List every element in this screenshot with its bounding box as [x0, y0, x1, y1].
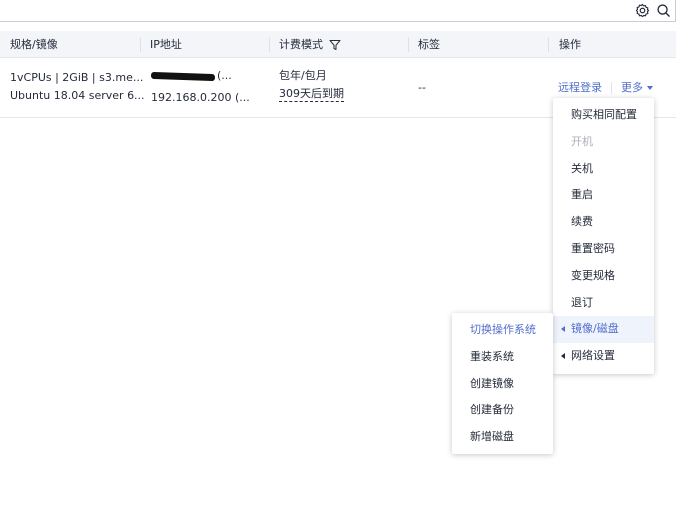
ip-cell: (... 192.168.0.200 (...	[150, 67, 250, 107]
submenu-item-label: 切换操作系统	[470, 323, 536, 336]
operation-divider	[611, 82, 612, 94]
menu-item-label: 退订	[571, 295, 593, 309]
submenu-item-switch-os[interactable]: 切换操作系统	[452, 317, 553, 344]
menu-item-restart[interactable]: 重启	[553, 182, 654, 209]
menu-item-stop[interactable]: 关机	[553, 156, 654, 183]
menu-item-unsubscribe[interactable]: 退订	[553, 290, 654, 317]
submenu-item-create-backup[interactable]: 创建备份	[452, 397, 553, 424]
submenu-item-reinstall-os[interactable]: 重装系统	[452, 344, 553, 371]
submenu-item-add-disk[interactable]: 新增磁盘	[452, 424, 553, 451]
filter-icon[interactable]	[329, 39, 341, 51]
public-ip-suffix: (...	[217, 69, 232, 82]
gear-icon[interactable]	[634, 2, 650, 18]
menu-item-label: 续费	[571, 215, 593, 229]
submenu-item-create-image[interactable]: 创建镜像	[452, 371, 553, 398]
column-header-ip: IP地址	[150, 38, 182, 51]
remote-login-link[interactable]: 远程登录	[558, 79, 602, 97]
spec-flavor: 1vCPUs | 2GiB | s3.me...	[10, 71, 144, 84]
menu-item-label: 重启	[571, 188, 593, 202]
operation-cell: 远程登录 更多	[558, 79, 653, 97]
menu-item-label: 关机	[571, 161, 593, 175]
column-divider[interactable]	[269, 37, 270, 52]
menu-item-label: 重置密码	[571, 241, 615, 255]
more-menu: 购买相同配置 开机 关机 重启 续费 重置密码 变更规格 退订 镜像/磁盘 网络…	[553, 98, 654, 374]
spec-cell: 1vCPUs | 2GiB | s3.me... Ubuntu 18.04 se…	[10, 69, 145, 105]
menu-item-label: 开机	[571, 134, 593, 148]
public-ip: (...	[150, 67, 250, 85]
menu-item-label: 购买相同配置	[571, 108, 637, 121]
column-header-billing: 计费模式	[279, 31, 341, 58]
column-divider[interactable]	[140, 37, 141, 52]
column-header-billing-label: 计费模式	[279, 38, 323, 51]
menu-item-reset-password[interactable]: 重置密码	[553, 236, 654, 263]
column-header-spec: 规格/镜像	[10, 38, 58, 51]
expiry-text[interactable]: 309天后到期	[279, 86, 344, 102]
billing-mode: 包年/包月	[279, 69, 327, 82]
more-dropdown[interactable]: 更多	[621, 79, 653, 97]
more-label: 更多	[621, 81, 643, 94]
billing-cell: 包年/包月 309天后到期	[279, 67, 344, 103]
spec-image: Ubuntu 18.04 server 6...	[10, 89, 145, 102]
menu-item-change-spec[interactable]: 变更规格	[553, 263, 654, 290]
menu-item-label: 镜像/磁盘	[571, 322, 619, 336]
column-header-operation: 操作	[559, 38, 581, 51]
column-divider[interactable]	[408, 37, 409, 52]
menu-item-renew[interactable]: 续费	[553, 209, 654, 236]
caret-left-icon	[561, 353, 565, 360]
search-icon[interactable]	[655, 2, 671, 18]
column-divider[interactable]	[548, 37, 549, 52]
submenu-item-label: 新增磁盘	[470, 430, 514, 444]
top-toolbar	[0, 0, 676, 22]
submenu-item-label: 重装系统	[470, 349, 514, 363]
submenu-item-label: 创建镜像	[470, 376, 514, 390]
column-header-tag: 标签	[418, 38, 440, 51]
private-ip: 192.168.0.200 (...	[151, 91, 250, 104]
menu-item-label: 网络设置	[571, 349, 615, 363]
menu-item-buy-same[interactable]: 购买相同配置	[553, 102, 654, 129]
menu-item-image-disk[interactable]: 镜像/磁盘	[553, 316, 654, 344]
image-disk-submenu: 切换操作系统 重装系统 创建镜像 创建备份 新增磁盘	[452, 313, 553, 454]
menu-item-network-settings[interactable]: 网络设置	[553, 343, 654, 370]
submenu-item-label: 创建备份	[470, 403, 514, 417]
menu-item-start: 开机	[553, 129, 654, 156]
caret-down-icon	[647, 86, 653, 90]
caret-left-icon	[561, 326, 565, 333]
tag-cell: --	[418, 81, 426, 94]
menu-item-label: 变更规格	[571, 268, 615, 282]
redacted-ip	[150, 71, 216, 81]
table-header: 规格/镜像 IP地址 计费模式 标签 操作	[0, 31, 676, 58]
